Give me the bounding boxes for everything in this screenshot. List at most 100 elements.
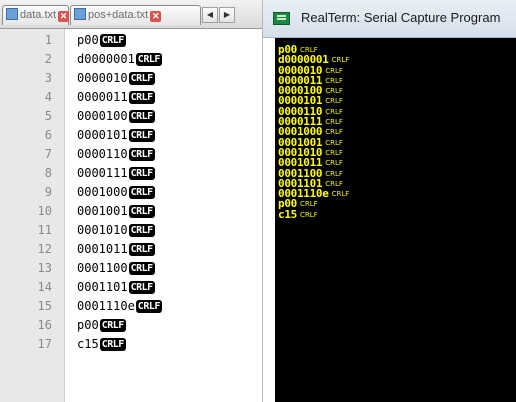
editor-line[interactable]: 3 0000010 CRLF <box>0 69 262 88</box>
editor-line[interactable]: 17 c15 CRLF <box>0 335 262 354</box>
line-text: 0001101 CRLF <box>77 280 155 294</box>
line-text: 0000100 CRLF <box>77 109 155 123</box>
line-text: 0000110 CRLF <box>77 147 155 161</box>
editor-line[interactable]: 2 d0000001 CRLF <box>0 50 262 69</box>
line-content: d0000001 <box>77 52 135 66</box>
line-content: 0001011 <box>77 242 128 256</box>
line-text: 0001010 CRLF <box>77 223 155 237</box>
window-title-bar[interactable]: RealTerm: Serial Capture Program <box>263 0 516 38</box>
line-number: 11 <box>37 223 52 237</box>
eol-marker-badge: CRLF <box>128 224 155 237</box>
editor-line[interactable]: 6 0000101 CRLF <box>0 126 262 145</box>
line-text: 0000101 CRLF <box>77 128 155 142</box>
editor-line[interactable]: 15 0001110e CRLF <box>0 297 262 316</box>
eol-marker-badge: CRLF <box>128 243 155 256</box>
line-content: p00 <box>77 318 99 332</box>
control-char-marker: CRLF <box>325 148 343 157</box>
line-number: 7 <box>44 147 52 161</box>
line-content: 0000110 <box>77 147 128 161</box>
document-icon <box>74 8 86 20</box>
control-char-marker: CRLF <box>325 107 343 116</box>
editor-line[interactable]: 11 0001010 CRLF <box>0 221 262 240</box>
line-content: 0000101 <box>77 128 128 142</box>
terminal-lines: p00 CRLF d0000001 CRLF 0000010 CRLF 0000011 CRL… <box>278 44 350 221</box>
line-content: 0000111 <box>77 166 128 180</box>
eol-marker-badge: CRLF <box>128 262 155 275</box>
line-content: 0001000 <box>77 185 128 199</box>
editor-line[interactable]: 14 0001101 CRLF <box>0 278 262 297</box>
line-number: 9 <box>44 185 52 199</box>
line-content: 0001101 <box>77 280 128 294</box>
eol-marker-badge: CRLF <box>128 129 155 142</box>
control-char-marker: CRLF <box>325 97 343 106</box>
control-char-marker: CRLF <box>299 200 318 209</box>
line-text: 0001000 CRLF <box>77 185 155 199</box>
line-number: 16 <box>37 318 52 332</box>
scroll-right-icon[interactable]: ▶ <box>219 7 235 23</box>
terminal-display[interactable]: p00 CRLF d0000001 CRLF 0000010 CRLF 0000011 CRL… <box>275 38 516 402</box>
eol-marker-badge: CRLF <box>128 167 155 180</box>
eol-marker-badge: CRLF <box>99 319 126 332</box>
editor-pane: data.txt ✕ pos+data.txt ✕ ◀ ▶ 1 p00 CRLF 2 d00… <box>0 0 263 402</box>
line-number: 5 <box>44 109 52 123</box>
line-content: 0001010 <box>77 223 128 237</box>
line-text: 0001110e CRLF <box>77 299 162 313</box>
close-tab-icon[interactable]: ✕ <box>150 11 162 22</box>
control-char-marker: CRLF <box>331 190 350 199</box>
close-tab-icon[interactable]: ✕ <box>58 11 70 22</box>
tab-label: pos+data.txt <box>88 9 149 21</box>
editor-line[interactable]: 9 0001000 CRLF <box>0 183 262 202</box>
line-content: 0001110e <box>77 299 135 313</box>
eol-marker-badge: CRLF <box>135 300 162 313</box>
editor-line[interactable]: 4 0000011 CRLF <box>0 88 262 107</box>
eol-marker-badge: CRLF <box>99 338 126 351</box>
line-content: p00 <box>77 33 99 47</box>
control-char-marker: CRLF <box>325 169 343 178</box>
control-char-marker: CRLF <box>325 128 343 137</box>
control-char-marker: CRLF <box>325 159 343 168</box>
control-char-marker: CRLF <box>299 210 318 219</box>
line-text: 0001100 CRLF <box>77 261 155 275</box>
control-char-marker: CRLF <box>325 66 343 75</box>
line-text: 0000011 CRLF <box>77 90 155 104</box>
line-content: 0000011 <box>77 90 128 104</box>
eol-marker-badge: CRLF <box>99 34 126 47</box>
line-number: 12 <box>37 242 52 256</box>
editor-line[interactable]: 7 0000110 CRLF <box>0 145 262 164</box>
editor-line[interactable]: 13 0001100 CRLF <box>0 259 262 278</box>
editor-line[interactable]: 12 0001011 CRLF <box>0 240 262 259</box>
eol-marker-badge: CRLF <box>128 186 155 199</box>
editor-line[interactable]: 8 0000111 CRLF <box>0 164 262 183</box>
line-content: 0001100 <box>77 261 128 275</box>
control-char-marker: CRLF <box>325 138 343 147</box>
editor-line[interactable]: 1 p00 CRLF <box>0 31 262 50</box>
line-number: 14 <box>37 280 52 294</box>
editor-line[interactable]: 10 0001001 CRLF <box>0 202 262 221</box>
line-number: 2 <box>44 52 52 66</box>
control-char-marker: CRLF <box>325 76 343 85</box>
terminal-data: c15 <box>278 207 297 221</box>
eol-marker-badge: CRLF <box>128 281 155 294</box>
eol-marker-badge: CRLF <box>135 53 162 66</box>
line-text: d0000001 CRLF <box>77 52 162 66</box>
line-number: 8 <box>44 166 52 180</box>
line-text: 0000111 CRLF <box>77 166 155 180</box>
eol-marker-badge: CRLF <box>128 205 155 218</box>
scroll-left-icon[interactable]: ◀ <box>202 7 218 23</box>
editor-text-area[interactable]: 1 p00 CRLF 2 d0000001 CRLF 3 0000010 CRLF 4 000001… <box>0 31 262 354</box>
realterm-app-icon <box>273 12 290 25</box>
line-text: p00 CRLF <box>77 33 126 47</box>
eol-marker-badge: CRLF <box>128 110 155 123</box>
line-content: 0000010 <box>77 71 128 85</box>
tab-data-txt[interactable]: data.txt ✕ <box>2 5 70 25</box>
editor-line[interactable]: 16 p00 CRLF <box>0 316 262 335</box>
document-icon <box>6 8 18 20</box>
window-title: RealTerm: Serial Capture Program <box>301 10 501 25</box>
control-char-marker: CRLF <box>331 56 350 65</box>
line-text: 0000010 CRLF <box>77 71 155 85</box>
tab-pos-data-txt[interactable]: pos+data.txt ✕ <box>70 5 201 25</box>
tab-scroll-buttons: ◀ ▶ <box>202 7 236 23</box>
line-content: c15 <box>77 337 99 351</box>
realterm-window: RealTerm: Serial Capture Program p00 CRLF… <box>263 0 516 402</box>
editor-line[interactable]: 5 0000100 CRLF <box>0 107 262 126</box>
